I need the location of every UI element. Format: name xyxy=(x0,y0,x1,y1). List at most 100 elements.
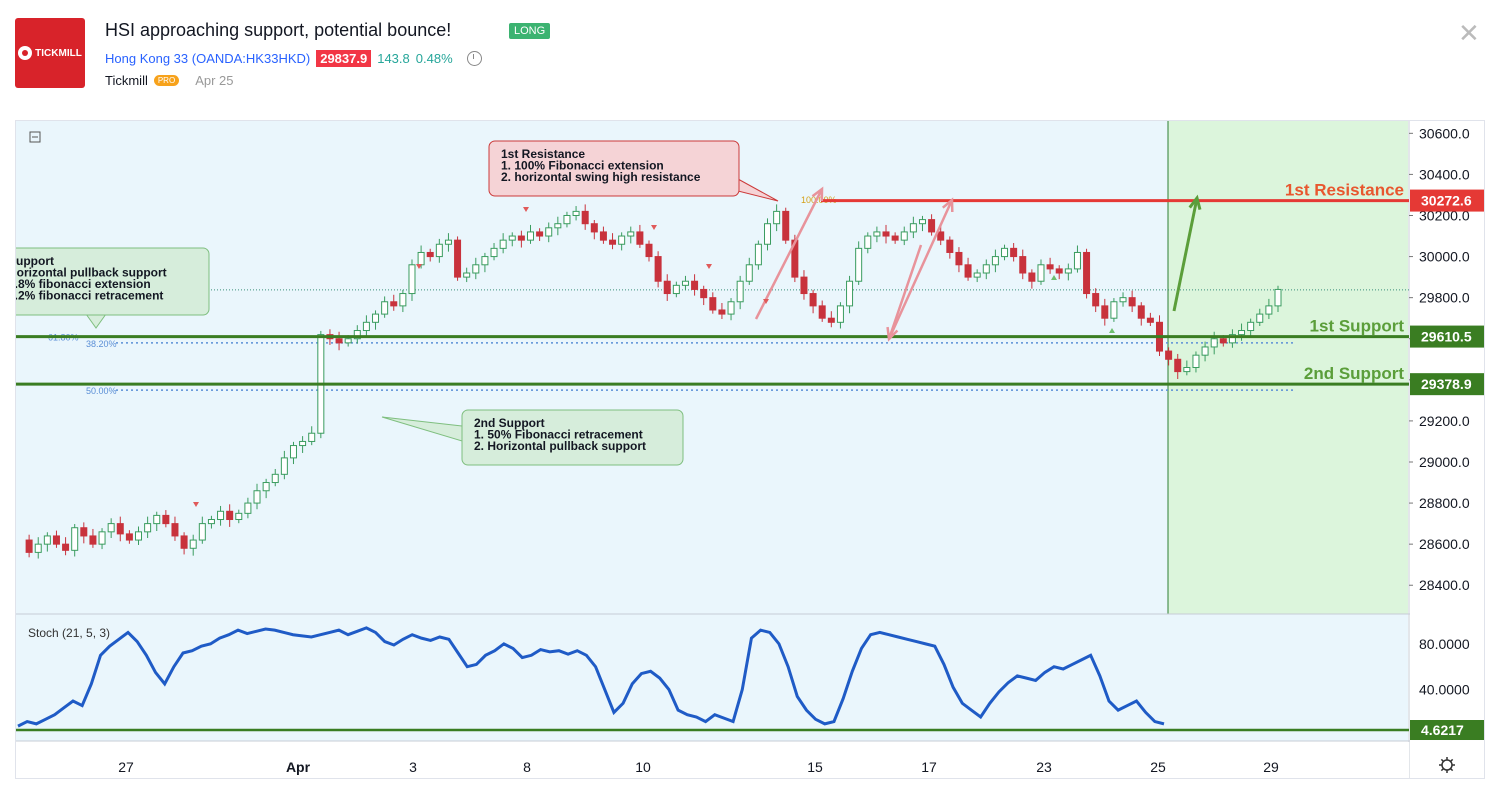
candle-body xyxy=(700,288,708,299)
candle-body xyxy=(627,231,635,237)
candle-body xyxy=(663,280,671,295)
candle-body xyxy=(299,440,307,447)
idea-title: HSI approaching support, potential bounc… xyxy=(105,20,452,40)
candle-body xyxy=(1174,358,1182,373)
candle-body xyxy=(764,223,772,245)
candle-body xyxy=(882,231,890,237)
candle-body xyxy=(1183,367,1191,373)
candle-body xyxy=(991,256,999,266)
chart-svg[interactable]: 30600.030400.030200.030000.029800.029600… xyxy=(0,121,1485,778)
candle-body xyxy=(262,482,270,492)
time-tick-label: 17 xyxy=(921,759,937,775)
candle-body xyxy=(207,519,215,525)
candle-body xyxy=(928,219,936,233)
candle-body xyxy=(171,523,179,537)
candle-body xyxy=(244,502,252,514)
candle-body xyxy=(1101,305,1109,319)
candle-body xyxy=(1146,317,1154,323)
chart-container[interactable]: 30600.030400.030200.030000.029800.029600… xyxy=(0,120,1485,779)
candle-body xyxy=(672,284,680,295)
stoch-value: 4.6217 xyxy=(1421,722,1464,738)
support-level-label: 2nd Support xyxy=(1304,364,1404,383)
time-tick-label: 29 xyxy=(1263,759,1279,775)
candle-body xyxy=(973,272,981,278)
alarm-clock-icon[interactable] xyxy=(466,51,482,66)
candle-body xyxy=(800,276,808,295)
candle-body xyxy=(135,531,143,541)
support-price-value: 29610.5 xyxy=(1421,329,1472,345)
candle-body xyxy=(481,256,489,266)
resistance-level-label: 1st Resistance xyxy=(1285,181,1404,200)
symbol-name[interactable]: Hong Kong 33 xyxy=(105,51,188,66)
candle-body xyxy=(107,523,115,533)
symbol-row: Hong Kong 33 (OANDA:HK33HKD) 29837.9 143… xyxy=(105,50,482,67)
candle-body xyxy=(864,235,872,249)
candle-body xyxy=(1019,256,1027,274)
symbol-source[interactable]: (OANDA:HK33HKD) xyxy=(192,51,310,66)
candle-body xyxy=(782,210,790,241)
time-tick-label: 23 xyxy=(1036,759,1052,775)
candle-body xyxy=(444,239,452,245)
candle-body xyxy=(189,539,197,549)
candle-body xyxy=(390,301,398,307)
author-name[interactable]: Tickmill xyxy=(105,73,148,88)
price-tick-label: 28400.0 xyxy=(1419,577,1470,593)
price-tick-label: 29200.0 xyxy=(1419,413,1470,429)
candle-body xyxy=(590,223,598,233)
support-level-label: 1st Support xyxy=(1310,317,1405,336)
candle-body xyxy=(280,457,288,475)
candle-body xyxy=(982,264,990,274)
candle-body xyxy=(499,239,507,249)
stoch-label: Stoch (21, 5, 3) xyxy=(28,626,110,640)
candle-body xyxy=(508,235,516,241)
candle-body xyxy=(1219,338,1227,344)
candle-body xyxy=(964,264,972,278)
candle-body xyxy=(855,247,863,282)
tickmill-logo[interactable]: TICKMILL xyxy=(15,18,85,88)
candle-body xyxy=(645,243,653,258)
logo-text: TICKMILL xyxy=(35,47,82,59)
candle-body xyxy=(344,338,352,344)
stoch-tick-label: 80.0000 xyxy=(1419,636,1470,652)
candle-body xyxy=(372,313,380,323)
candle-body xyxy=(1110,301,1118,319)
candle-body xyxy=(116,523,124,535)
time-tick-label: 8 xyxy=(523,759,531,775)
price-tick-label: 28800.0 xyxy=(1419,495,1470,511)
candle-body xyxy=(62,543,70,551)
candle-body xyxy=(180,535,188,549)
long-badge: LONG xyxy=(509,23,551,39)
candle-body xyxy=(955,251,963,266)
candle-body xyxy=(426,251,434,258)
candle-body xyxy=(526,231,534,241)
candle-body xyxy=(417,251,425,266)
candle-body xyxy=(818,305,826,319)
candle-body xyxy=(144,523,152,533)
candle-body xyxy=(718,309,726,315)
resistance-callout-line: 2. horizontal swing high resistance xyxy=(501,170,701,184)
candle-body xyxy=(681,280,689,286)
author-row: Tickmill PRO Apr 25 xyxy=(105,73,234,88)
candle-body xyxy=(727,301,735,315)
candle-body xyxy=(609,239,617,245)
resistance-price-value: 30272.6 xyxy=(1421,193,1472,209)
candle-body xyxy=(1092,293,1100,307)
candle-body xyxy=(408,264,416,295)
close-icon[interactable]: ✕ xyxy=(1458,18,1480,49)
candle-body xyxy=(1028,272,1036,282)
time-tick-label: Apr xyxy=(286,759,311,775)
candle-body xyxy=(490,247,498,258)
candle-body xyxy=(554,223,562,229)
time-tick-label: 3 xyxy=(409,759,417,775)
candle-body xyxy=(1238,330,1246,336)
price-tick-label: 30000.0 xyxy=(1419,249,1470,265)
price-tick-label: 30400.0 xyxy=(1419,166,1470,182)
candle-body xyxy=(71,527,79,551)
candle-body xyxy=(599,231,607,241)
candle-body xyxy=(1010,247,1018,258)
candle-body xyxy=(909,223,917,233)
last-price-badge: 29837.9 xyxy=(316,50,372,67)
candle-body xyxy=(1201,346,1209,356)
symbol-link[interactable]: Hong Kong 33 (OANDA:HK33HKD) xyxy=(105,51,310,66)
candle-body xyxy=(636,231,644,245)
